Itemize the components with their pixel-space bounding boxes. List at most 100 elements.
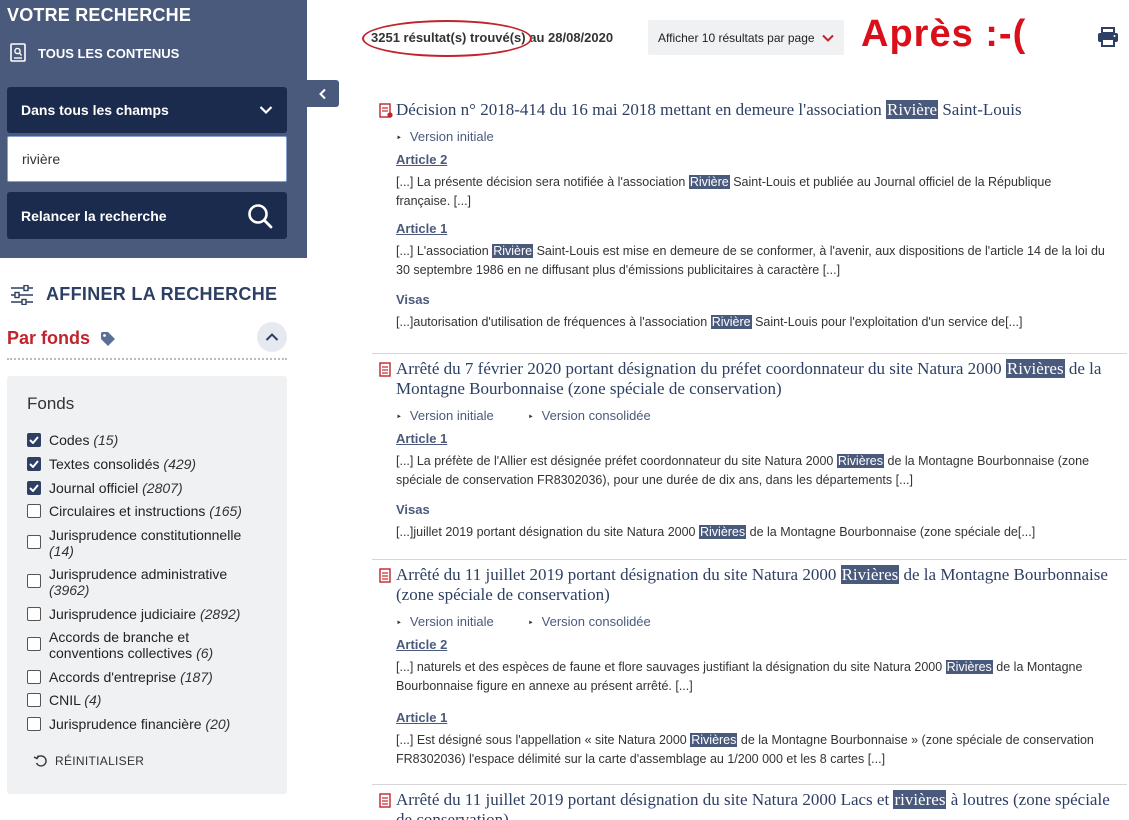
version-consolidee-link[interactable]: Version consolidée [528,614,651,629]
chevron-left-icon [319,88,326,99]
snippet-text: [...]autorisation d'utilisation de fréqu… [396,315,711,329]
search-highlight: Rivière [886,100,939,119]
checkbox[interactable] [27,670,41,684]
fonds-count: (6) [196,645,214,661]
article-link[interactable]: Article 1 [372,431,1127,446]
fonds-filter-item[interactable]: Jurisprudence administrative (3962) [27,566,267,598]
fonds-filter-item[interactable]: Accords d'entreprise (187) [27,669,213,685]
fonds-name: Journal officiel [49,480,139,496]
snippet-text: de la Montagne Bourbonnaise (zone spécia… [746,525,1036,539]
result-title-text: Arrêté du 11 juillet 2019 portant désign… [396,790,894,809]
fonds-filter-item[interactable]: Jurisprudence constitutionnelle (14) [27,527,267,559]
result-title-link[interactable]: Arrêté du 11 juillet 2019 portant désign… [372,790,1127,820]
scope-label: TOUS LES CONTENUS [38,45,180,61]
fonds-filter-item[interactable]: Jurisprudence financière (20) [27,716,230,732]
result-title-link[interactable]: Arrêté du 7 février 2020 portant désigna… [372,359,1127,399]
checkbox-checked[interactable] [27,481,41,495]
version-initiale-link[interactable]: Version initiale [396,129,494,144]
search-highlight: Rivières [690,733,738,747]
fonds-name: Textes consolidés [49,456,160,472]
result-versions: Version initiale [372,129,1127,144]
result-item: Arrêté du 7 février 2020 portant désigna… [372,354,1127,560]
snippet-text: [...] L'association [396,244,493,258]
visas-label: Visas [396,292,430,307]
chevron-down-icon [822,34,834,42]
result-snippet: [...] L'association Rivière Saint-Louis … [372,242,1127,280]
visas-label: Visas [396,502,430,517]
result-snippet: [...] La présente décision sera notifiée… [372,173,1127,211]
fonds-count: (15) [93,432,119,448]
version-consolidee-link[interactable]: Version consolidée [528,408,651,423]
fonds-filter-item[interactable]: Accords de branche et conventions collec… [27,629,227,661]
checkbox[interactable] [27,574,41,588]
checkbox-checked[interactable] [27,457,41,471]
checkbox[interactable] [27,607,41,621]
checkbox[interactable] [27,504,41,518]
fonds-filter-item[interactable]: Codes (15) [27,432,118,448]
version-initiale-link[interactable]: Version initiale [396,408,494,423]
document-search-icon [10,43,26,62]
fonds-name: Accords d'entreprise [49,669,177,685]
version-initiale-link[interactable]: Version initiale [396,614,494,629]
par-fonds-title-wrap: Par fonds [7,328,116,349]
fonds-count: (4) [84,692,102,708]
article-link[interactable]: Article 2 [372,152,1127,167]
fonds-name: CNIL [49,692,81,708]
article-link[interactable]: Article 1 [372,710,1127,725]
check-icon [29,436,39,444]
results-list: Décision n° 2018-414 du 16 mai 2018 mett… [372,95,1127,820]
annotation-ellipse [362,20,532,57]
par-fonds-section-header: Par fonds [7,322,287,360]
fonds-name: Jurisprudence judiciaire [49,606,197,622]
result-snippet: [...] La préfète de l'Allier est désigné… [372,452,1127,490]
field-select[interactable]: Dans tous les champs [7,87,287,133]
refine-search-heading: AFFINER LA RECHERCHE [10,284,277,305]
fonds-count: (20) [205,716,231,732]
results-per-page-select[interactable]: Afficher 10 résultats par page [648,20,844,55]
collapse-par-fonds-button[interactable] [257,322,287,352]
fonds-filter-item[interactable]: Circulaires et instructions (165) [27,503,242,519]
article-link[interactable]: Article 2 [372,637,1127,652]
print-button[interactable] [1097,27,1119,52]
fonds-filter-item[interactable]: Textes consolidés (429) [27,456,196,472]
result-title-link[interactable]: Arrêté du 11 juillet 2019 portant désign… [372,565,1127,605]
article-link[interactable]: Article 1 [372,221,1127,236]
fonds-count: (3962) [49,582,90,598]
search-input[interactable]: rivière [7,136,287,182]
result-title-text: Arrêté du 7 février 2020 portant désigna… [396,359,1006,378]
fonds-name: Jurisprudence financière [49,716,202,732]
result-item: Arrêté du 11 juillet 2019 portant désign… [372,560,1127,785]
checkbox[interactable] [27,717,41,731]
result-item: Décision n° 2018-414 du 16 mai 2018 mett… [372,95,1127,354]
fonds-label: CNIL (4) [49,692,101,708]
checkbox[interactable] [27,535,41,549]
search-panel-title: VOTRE RECHERCHE [7,5,192,25]
result-snippet: [...]juillet 2019 portant désignation du… [372,523,1127,542]
result-snippet: [...]autorisation d'utilisation de fréqu… [372,313,1127,332]
fonds-count: (165) [209,503,242,519]
fonds-filter-item[interactable]: Journal officiel (2807) [27,480,183,496]
fonds-filter-item[interactable]: CNIL (4) [27,692,101,708]
fonds-name: Accords de branche et conventions collec… [49,629,193,661]
checkbox-checked[interactable] [27,433,41,447]
document-decision-icon [379,103,393,118]
result-versions: Version initiale Version consolidée [372,408,1127,423]
relaunch-search-button[interactable]: Relancer la recherche [7,192,287,239]
search-highlight: Rivières [836,454,885,468]
check-icon [29,460,39,468]
scope-selector[interactable]: TOUS LES CONTENUS [10,43,179,63]
reset-filters-button[interactable]: RÉINITIALISER [33,754,144,768]
result-snippet: [...] naturels et des espèces de faune e… [372,658,1127,696]
fonds-filter-item[interactable]: Jurisprudence judiciaire (2892) [27,606,240,622]
search-highlight: Rivières [840,565,900,584]
field-select-value: Dans tous les champs [21,102,169,118]
fonds-label: Codes (15) [49,432,118,448]
par-fonds-title: Par fonds [7,328,91,348]
collapse-sidebar-button[interactable] [307,80,339,107]
search-panel: VOTRE RECHERCHE TOUS LES CONTENUS Dans t… [0,0,307,258]
result-title-link[interactable]: Décision n° 2018-414 du 16 mai 2018 mett… [372,100,1127,120]
refine-search-title: AFFINER LA RECHERCHE [46,284,278,304]
checkbox[interactable] [27,637,41,651]
document-icon [379,568,391,583]
checkbox[interactable] [27,693,41,707]
